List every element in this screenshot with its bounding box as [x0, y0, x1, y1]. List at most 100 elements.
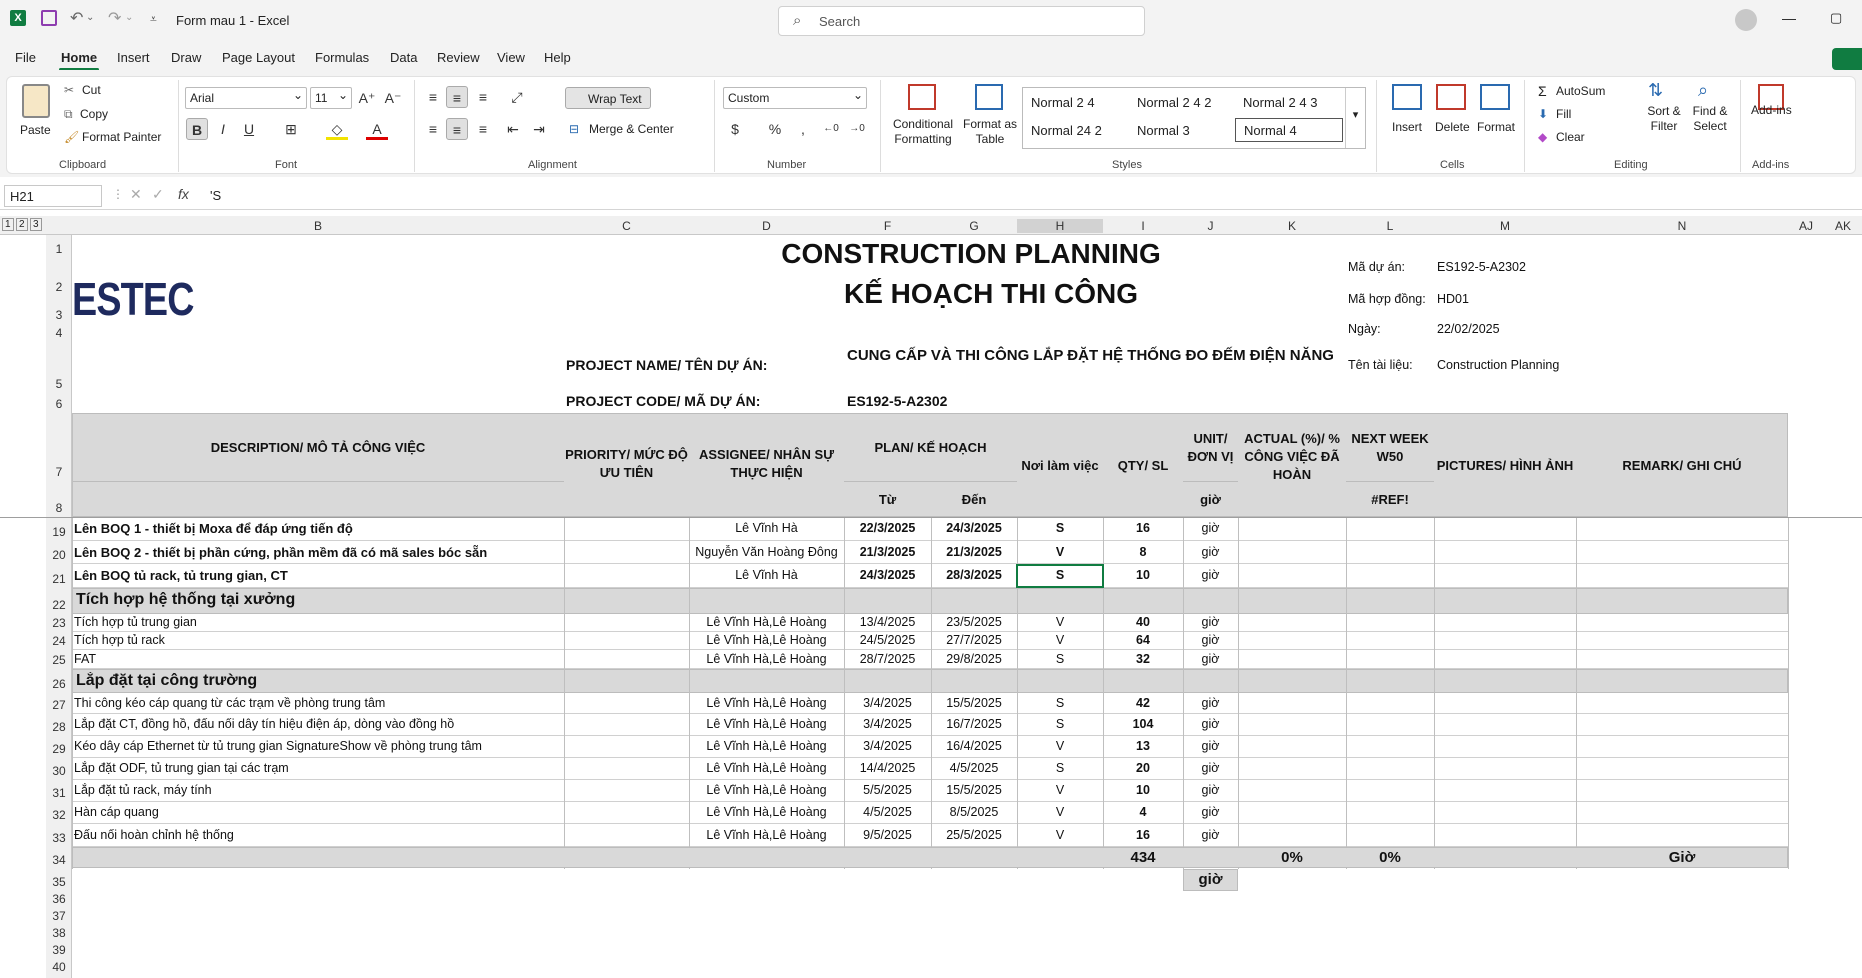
task-unit[interactable]: giờ	[1183, 652, 1238, 666]
task-assignee[interactable]: Lê Vĩnh Hà,Lê Hoàng	[689, 783, 844, 797]
col-L[interactable]: L	[1346, 219, 1434, 233]
task-start-date[interactable]: 9/5/2025	[844, 828, 931, 842]
row-header[interactable]: 38	[46, 926, 72, 940]
row-header[interactable]: 34	[46, 853, 72, 867]
task-location[interactable]: V	[1017, 633, 1103, 647]
row-header[interactable]: 7	[46, 465, 72, 479]
task-assignee[interactable]: Lê Vĩnh Hà,Lê Hoàng	[689, 828, 844, 842]
task-description[interactable]: Lắp đặt tủ rack, máy tính	[74, 783, 564, 797]
wrap-text-button[interactable]: Wrap Text	[565, 87, 651, 109]
task-end-date[interactable]: 16/4/2025	[931, 739, 1017, 753]
col-G[interactable]: G	[931, 219, 1017, 233]
task-start-date[interactable]: 14/4/2025	[844, 761, 931, 775]
sort-filter-button[interactable]: Sort & Filter	[1644, 104, 1684, 134]
task-location[interactable]: S	[1017, 652, 1103, 666]
task-unit[interactable]: giờ	[1183, 805, 1238, 819]
row-header[interactable]: 24	[46, 634, 72, 648]
task-end-date[interactable]: 15/5/2025	[931, 696, 1017, 710]
undo-icon[interactable]: ↶	[70, 8, 83, 28]
font-size-select[interactable]: 11	[310, 87, 352, 109]
insert-function-icon[interactable]: fx	[178, 186, 189, 202]
row-header[interactable]: 25	[46, 653, 72, 667]
col-C[interactable]: C	[564, 219, 689, 233]
task-qty[interactable]: 8	[1103, 545, 1183, 559]
task-unit[interactable]: giờ	[1183, 761, 1238, 775]
increase-indent-icon[interactable]: ⇥	[528, 118, 550, 140]
format-cells-button[interactable]: Format	[1477, 120, 1515, 134]
cut-button[interactable]: Cut	[82, 83, 101, 97]
tab-file[interactable]: File	[15, 50, 36, 65]
style-normal-2-4[interactable]: Normal 2 4	[1031, 95, 1095, 110]
customize-qat-icon[interactable]: ⩡	[150, 12, 157, 27]
row-header[interactable]: 20	[46, 548, 72, 562]
tab-data[interactable]: Data	[390, 50, 417, 65]
row-header[interactable]: 26	[46, 677, 72, 691]
row-header[interactable]: 3	[46, 308, 72, 322]
share-button[interactable]	[1832, 48, 1862, 70]
insert-cells-button[interactable]: Insert	[1392, 120, 1422, 134]
style-normal-2-4-3[interactable]: Normal 2 4 3	[1243, 95, 1317, 110]
cancel-icon[interactable]: ✕	[130, 186, 142, 203]
col-AK[interactable]: AK	[1824, 219, 1862, 233]
task-qty[interactable]: 64	[1103, 633, 1183, 647]
format-painter-button[interactable]: Format Painter	[82, 130, 161, 144]
col-AJ[interactable]: AJ	[1788, 219, 1824, 233]
tab-page-layout[interactable]: Page Layout	[222, 50, 295, 65]
outline-level-2[interactable]: 2	[16, 218, 28, 231]
number-format-select[interactable]: Custom	[723, 87, 867, 109]
task-description[interactable]: Lên BOQ tủ rack, tủ trung gian, CT	[74, 568, 564, 583]
find-select-button[interactable]: Find & Select	[1688, 104, 1732, 134]
fill-color-icon[interactable]: ◇	[326, 118, 348, 140]
col-B[interactable]: B	[72, 219, 564, 233]
bold-icon[interactable]: B	[186, 118, 208, 140]
name-box[interactable]: H21	[4, 185, 102, 207]
undo-dropdown-icon[interactable]: ⌄	[86, 12, 94, 23]
comma-icon[interactable]: ,	[792, 118, 814, 140]
task-qty[interactable]: 40	[1103, 615, 1183, 629]
task-location[interactable]: V	[1017, 545, 1103, 559]
task-start-date[interactable]: 5/5/2025	[844, 783, 931, 797]
col-I[interactable]: I	[1103, 219, 1183, 233]
borders-icon[interactable]: ⊞	[280, 118, 302, 140]
task-qty[interactable]: 10	[1103, 783, 1183, 797]
task-qty[interactable]: 16	[1103, 828, 1183, 842]
col-H[interactable]: H	[1017, 219, 1103, 233]
col-K[interactable]: K	[1238, 219, 1346, 233]
task-assignee[interactable]: Lê Vĩnh Hà,Lê Hoàng	[689, 739, 844, 753]
row-header[interactable]: 1	[46, 242, 72, 256]
task-location[interactable]: S	[1017, 521, 1103, 535]
task-assignee[interactable]: Nguyễn Văn Hoàng Đông	[689, 545, 844, 559]
col-D[interactable]: D	[689, 219, 844, 233]
align-left-icon[interactable]: ≡	[422, 118, 444, 140]
task-location[interactable]: S	[1017, 761, 1103, 775]
task-start-date[interactable]: 3/4/2025	[844, 739, 931, 753]
redo-dropdown-icon[interactable]: ⌄	[125, 12, 133, 23]
task-assignee[interactable]: Lê Vĩnh Hà,Lê Hoàng	[689, 761, 844, 775]
task-unit[interactable]: giờ	[1183, 521, 1238, 535]
task-description[interactable]: Lên BOQ 2 - thiết bị phần cứng, phần mềm…	[74, 545, 564, 560]
task-description[interactable]: Lên BOQ 1 - thiết bị Moxa để đáp ứng tiế…	[74, 521, 564, 536]
row-header[interactable]: 30	[46, 764, 72, 778]
font-name-select[interactable]: Arial	[185, 87, 307, 109]
tab-home[interactable]: Home	[58, 50, 100, 71]
row-header[interactable]: 8	[46, 501, 72, 515]
row-header[interactable]: 40	[46, 960, 72, 974]
add-ins-button[interactable]: Add-ins	[1751, 103, 1792, 117]
task-end-date[interactable]: 4/5/2025	[931, 761, 1017, 775]
underline-icon[interactable]: U	[238, 118, 260, 140]
task-unit[interactable]: giờ	[1183, 696, 1238, 710]
row-header[interactable]: 5	[46, 377, 72, 391]
tab-formulas[interactable]: Formulas	[315, 50, 369, 65]
task-location[interactable]: V	[1017, 739, 1103, 753]
orientation-icon[interactable]: ⤢	[506, 86, 528, 108]
task-assignee[interactable]: Lê Vĩnh Hà,Lê Hoàng	[689, 652, 844, 666]
style-normal-2-4-2[interactable]: Normal 2 4 2	[1137, 95, 1211, 110]
enter-icon[interactable]: ✓	[152, 186, 164, 203]
task-qty[interactable]: 42	[1103, 696, 1183, 710]
task-start-date[interactable]: 4/5/2025	[844, 805, 931, 819]
task-assignee[interactable]: Lê Vĩnh Hà,Lê Hoàng	[689, 696, 844, 710]
task-qty[interactable]: 4	[1103, 805, 1183, 819]
conditional-formatting-button[interactable]: Conditional Formatting	[890, 117, 956, 147]
row-header[interactable]: 4	[46, 326, 72, 340]
delete-cells-button[interactable]: Delete	[1435, 120, 1470, 134]
